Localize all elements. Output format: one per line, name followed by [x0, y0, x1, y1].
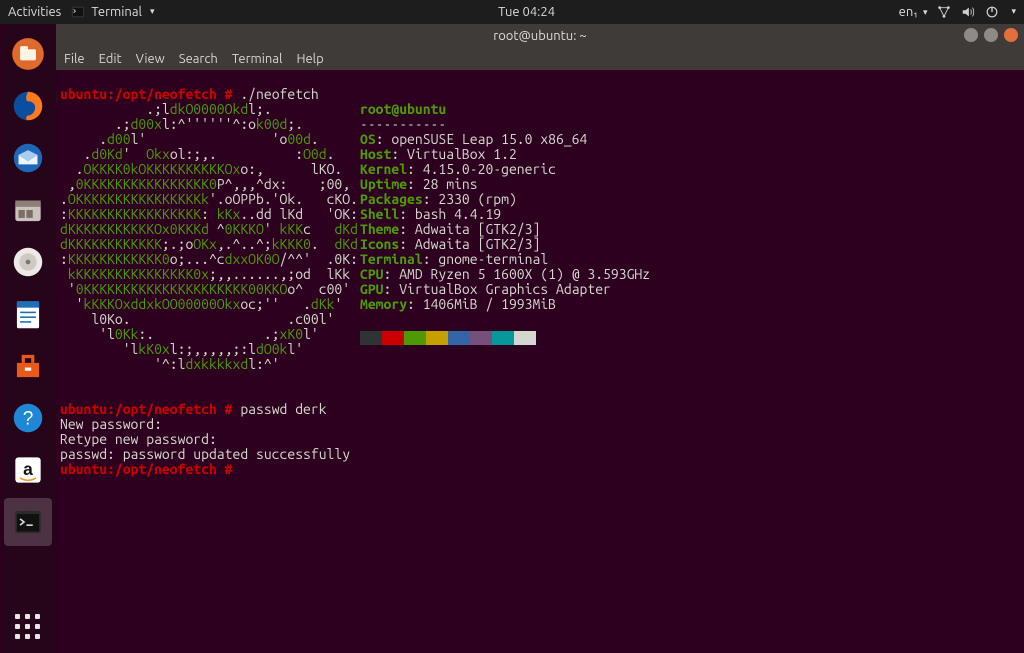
terminal-small-icon: [71, 5, 85, 19]
window-minimize-button[interactable]: [964, 28, 978, 42]
app-menu[interactable]: Terminal ▾: [71, 5, 154, 19]
menu-terminal[interactable]: Terminal: [232, 52, 283, 66]
terminal-viewport[interactable]: ubuntu:/opt/neofetch # ./neofetch .;ldkO…: [56, 70, 1024, 653]
command-passwd: passwd derk: [240, 401, 326, 417]
show-applications-button[interactable]: [6, 605, 48, 647]
menu-view[interactable]: View: [136, 52, 165, 66]
activities-button[interactable]: Activities: [8, 5, 61, 19]
svg-text:?: ?: [23, 408, 34, 429]
network-icon[interactable]: [937, 5, 951, 19]
window-titlebar: root@ubuntu: ~: [56, 24, 1024, 48]
passwd-output: passwd: password updated successfully: [60, 446, 350, 462]
menu-file[interactable]: File: [64, 52, 85, 66]
window-title: root@ubuntu: ~: [493, 29, 586, 43]
dock-nautilus[interactable]: [4, 186, 52, 234]
input-source-indicator[interactable]: en₁ ▾: [899, 5, 928, 19]
dock-amazon[interactable]: a: [4, 446, 52, 494]
power-icon[interactable]: [985, 5, 999, 19]
svg-text:a: a: [23, 459, 33, 479]
chevron-down-icon: ▾: [1011, 6, 1016, 17]
volume-icon[interactable]: [961, 5, 975, 19]
dock-rhythmbox[interactable]: [4, 238, 52, 286]
chevron-down-icon: ▾: [150, 6, 155, 17]
gnome-top-bar: Activities Terminal ▾ Tue 04:24 en₁ ▾ ▾: [0, 0, 1024, 24]
dock-files[interactable]: [4, 30, 52, 78]
dock-terminal[interactable]: [4, 498, 52, 546]
menu-help[interactable]: Help: [296, 52, 323, 66]
passwd-output: Retype new password:: [60, 431, 217, 447]
dock-firefox[interactable]: [4, 82, 52, 130]
menu-edit[interactable]: Edit: [99, 52, 122, 66]
window-close-button[interactable]: [1004, 28, 1018, 42]
clock[interactable]: Tue 04:24: [154, 5, 898, 19]
window-maximize-button[interactable]: [984, 28, 998, 42]
dock-thunderbird[interactable]: [4, 134, 52, 182]
passwd-output: New password:: [60, 416, 162, 432]
neofetch-ascii-logo: .;ldkO0000Okdl;. .;d00xl:^''''''^:ok00d;…: [60, 102, 360, 372]
color-palette: [360, 331, 650, 345]
ubuntu-dock: ? a: [1, 24, 55, 653]
dock-software[interactable]: [4, 342, 52, 390]
prompt-path: ubuntu:/opt/neofetch #: [60, 461, 232, 477]
terminal-menubar: File Edit View Search Terminal Help: [56, 48, 1024, 70]
prompt-path: ubuntu:/opt/neofetch #: [60, 401, 232, 417]
neofetch-info: root@ubuntu ----------- OS: openSUSE Lea…: [360, 102, 650, 372]
command-neofetch: ./neofetch: [240, 86, 318, 102]
dock-help[interactable]: ?: [4, 394, 52, 442]
dock-writer[interactable]: [4, 290, 52, 338]
menu-search[interactable]: Search: [179, 52, 218, 66]
prompt-path: ubuntu:/opt/neofetch #: [60, 86, 232, 102]
